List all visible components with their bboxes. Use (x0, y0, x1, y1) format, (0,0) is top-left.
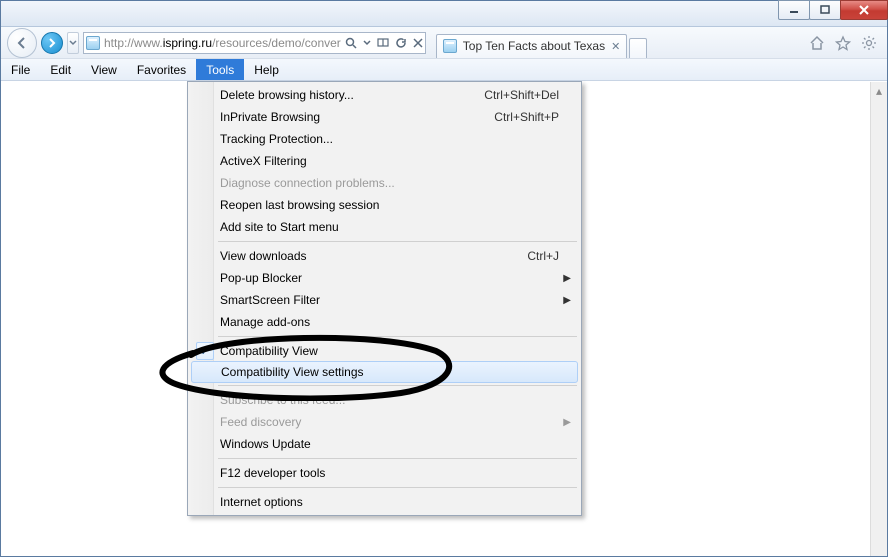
menu-bar: FileEditViewFavoritesToolsHelp (1, 59, 887, 81)
menu-item-smartscreen-filter[interactable]: SmartScreen Filter ▶ (190, 289, 579, 311)
window-titlebar (1, 1, 887, 27)
favorites-icon[interactable] (835, 35, 851, 51)
browser-window: http://www.ispring.ru/resources/demo/con… (0, 0, 888, 557)
menu-item-label: Compatibility View settings (221, 365, 558, 379)
menu-item-label: Subscribe to this feed... (220, 393, 559, 407)
menu-separator (218, 385, 577, 386)
address-tools (345, 37, 423, 49)
menu-item-label: Reopen last browsing session (220, 198, 559, 212)
url-scheme: http:// (104, 36, 134, 50)
menu-separator (218, 458, 577, 459)
addr-dropdown-icon[interactable] (363, 40, 371, 46)
tab-favicon-icon (443, 39, 457, 53)
search-icon[interactable] (345, 37, 357, 49)
menu-item-internet-options[interactable]: Internet options (190, 491, 579, 513)
menu-item-label: Internet options (220, 495, 559, 509)
menu-item-shortcut: Ctrl+Shift+P (494, 110, 559, 124)
menu-item-shortcut: Ctrl+J (527, 249, 559, 263)
menu-item-manage-add-ons[interactable]: Manage add-ons (190, 311, 579, 333)
menu-item-label: InPrivate Browsing (220, 110, 494, 124)
menu-item-windows-update[interactable]: Windows Update (190, 433, 579, 455)
address-bar[interactable]: http://www.ispring.ru/resources/demo/con… (83, 32, 426, 54)
refresh-icon[interactable] (395, 37, 407, 49)
url-text: http://www.ispring.ru/resources/demo/con… (104, 36, 341, 50)
menu-item-label: Delete browsing history... (220, 88, 484, 102)
close-button[interactable] (840, 0, 888, 20)
menu-item-label: Diagnose connection problems... (220, 176, 559, 190)
menu-item-add-site-to-start-menu[interactable]: Add site to Start menu (190, 216, 579, 238)
menu-item-label: Windows Update (220, 437, 559, 451)
compat-view-icon[interactable] (377, 37, 389, 49)
check-icon: ✓ (196, 342, 214, 360)
menu-item-label: Feed discovery (220, 415, 559, 429)
menu-item-label: Manage add-ons (220, 315, 559, 329)
menu-item-pop-up-blocker[interactable]: Pop-up Blocker ▶ (190, 267, 579, 289)
menu-view[interactable]: View (81, 59, 127, 80)
menu-item-tracking-protection[interactable]: Tracking Protection... (190, 128, 579, 150)
menu-item-inprivate-browsing[interactable]: InPrivate BrowsingCtrl+Shift+P (190, 106, 579, 128)
menu-favorites[interactable]: Favorites (127, 59, 196, 80)
stop-icon[interactable] (413, 38, 423, 48)
window-controls (779, 0, 888, 20)
tab-active[interactable]: Top Ten Facts about Texas ✕ (436, 34, 628, 58)
menu-edit[interactable]: Edit (40, 59, 81, 80)
menu-item-compatibility-view[interactable]: ✓ Compatibility View (190, 340, 579, 362)
tab-title: Top Ten Facts about Texas (463, 39, 605, 53)
url-prefix: www. (134, 36, 163, 50)
menu-help[interactable]: Help (244, 59, 289, 80)
menu-item-delete-browsing-history[interactable]: Delete browsing history...Ctrl+Shift+Del (190, 84, 579, 106)
home-icon[interactable] (809, 35, 825, 51)
menu-separator (218, 241, 577, 242)
tab-close-icon[interactable]: ✕ (611, 40, 620, 53)
menu-item-f12-developer-tools[interactable]: F12 developer tools (190, 462, 579, 484)
menu-item-label: Compatibility View (220, 344, 559, 358)
maximize-button[interactable] (809, 0, 841, 20)
scroll-up-icon[interactable]: ▴ (871, 82, 887, 99)
submenu-arrow-icon: ▶ (563, 273, 571, 284)
forward-button[interactable] (41, 32, 63, 54)
menu-item-diagnose-connection-problems: Diagnose connection problems... (190, 172, 579, 194)
minimize-button[interactable] (778, 0, 810, 20)
recent-pages-dropdown[interactable] (67, 32, 79, 54)
menu-item-label: SmartScreen Filter (220, 293, 559, 307)
menu-item-compatibility-view-settings[interactable]: Compatibility View settings (191, 361, 578, 383)
vertical-scrollbar[interactable]: ▴ (870, 82, 887, 556)
tools-menu-dropdown: Delete browsing history...Ctrl+Shift+Del… (187, 81, 582, 516)
submenu-arrow-icon: ▶ (563, 295, 571, 306)
menu-item-label: Tracking Protection... (220, 132, 559, 146)
back-button[interactable] (7, 28, 37, 58)
navigation-bar: http://www.ispring.ru/resources/demo/con… (1, 27, 887, 59)
tools-gear-icon[interactable] (861, 35, 877, 51)
menu-item-activex-filtering[interactable]: ActiveX Filtering (190, 150, 579, 172)
menu-file[interactable]: File (1, 59, 40, 80)
menu-item-label: Pop-up Blocker (220, 271, 559, 285)
url-host: ispring.ru (163, 36, 212, 50)
menu-item-label: Add site to Start menu (220, 220, 559, 234)
menu-tools[interactable]: Tools (196, 59, 244, 80)
menu-separator (218, 336, 577, 337)
menu-item-label: ActiveX Filtering (220, 154, 559, 168)
menu-item-subscribe-to-this-feed: Subscribe to this feed... (190, 389, 579, 411)
menu-item-feed-discovery: Feed discovery ▶ (190, 411, 579, 433)
url-path: /resources/demo/conver (212, 36, 341, 50)
menu-item-label: View downloads (220, 249, 527, 263)
menu-separator (218, 487, 577, 488)
toolbar-right (809, 35, 881, 51)
tab-strip: Top Ten Facts about Texas ✕ (436, 28, 805, 58)
menu-item-shortcut: Ctrl+Shift+Del (484, 88, 559, 102)
menu-item-label: F12 developer tools (220, 466, 559, 480)
menu-item-view-downloads[interactable]: View downloadsCtrl+J (190, 245, 579, 267)
new-tab-button[interactable] (629, 38, 647, 58)
menu-item-reopen-last-browsing-session[interactable]: Reopen last browsing session (190, 194, 579, 216)
page-favicon-icon (86, 36, 100, 50)
submenu-arrow-icon: ▶ (563, 417, 571, 428)
